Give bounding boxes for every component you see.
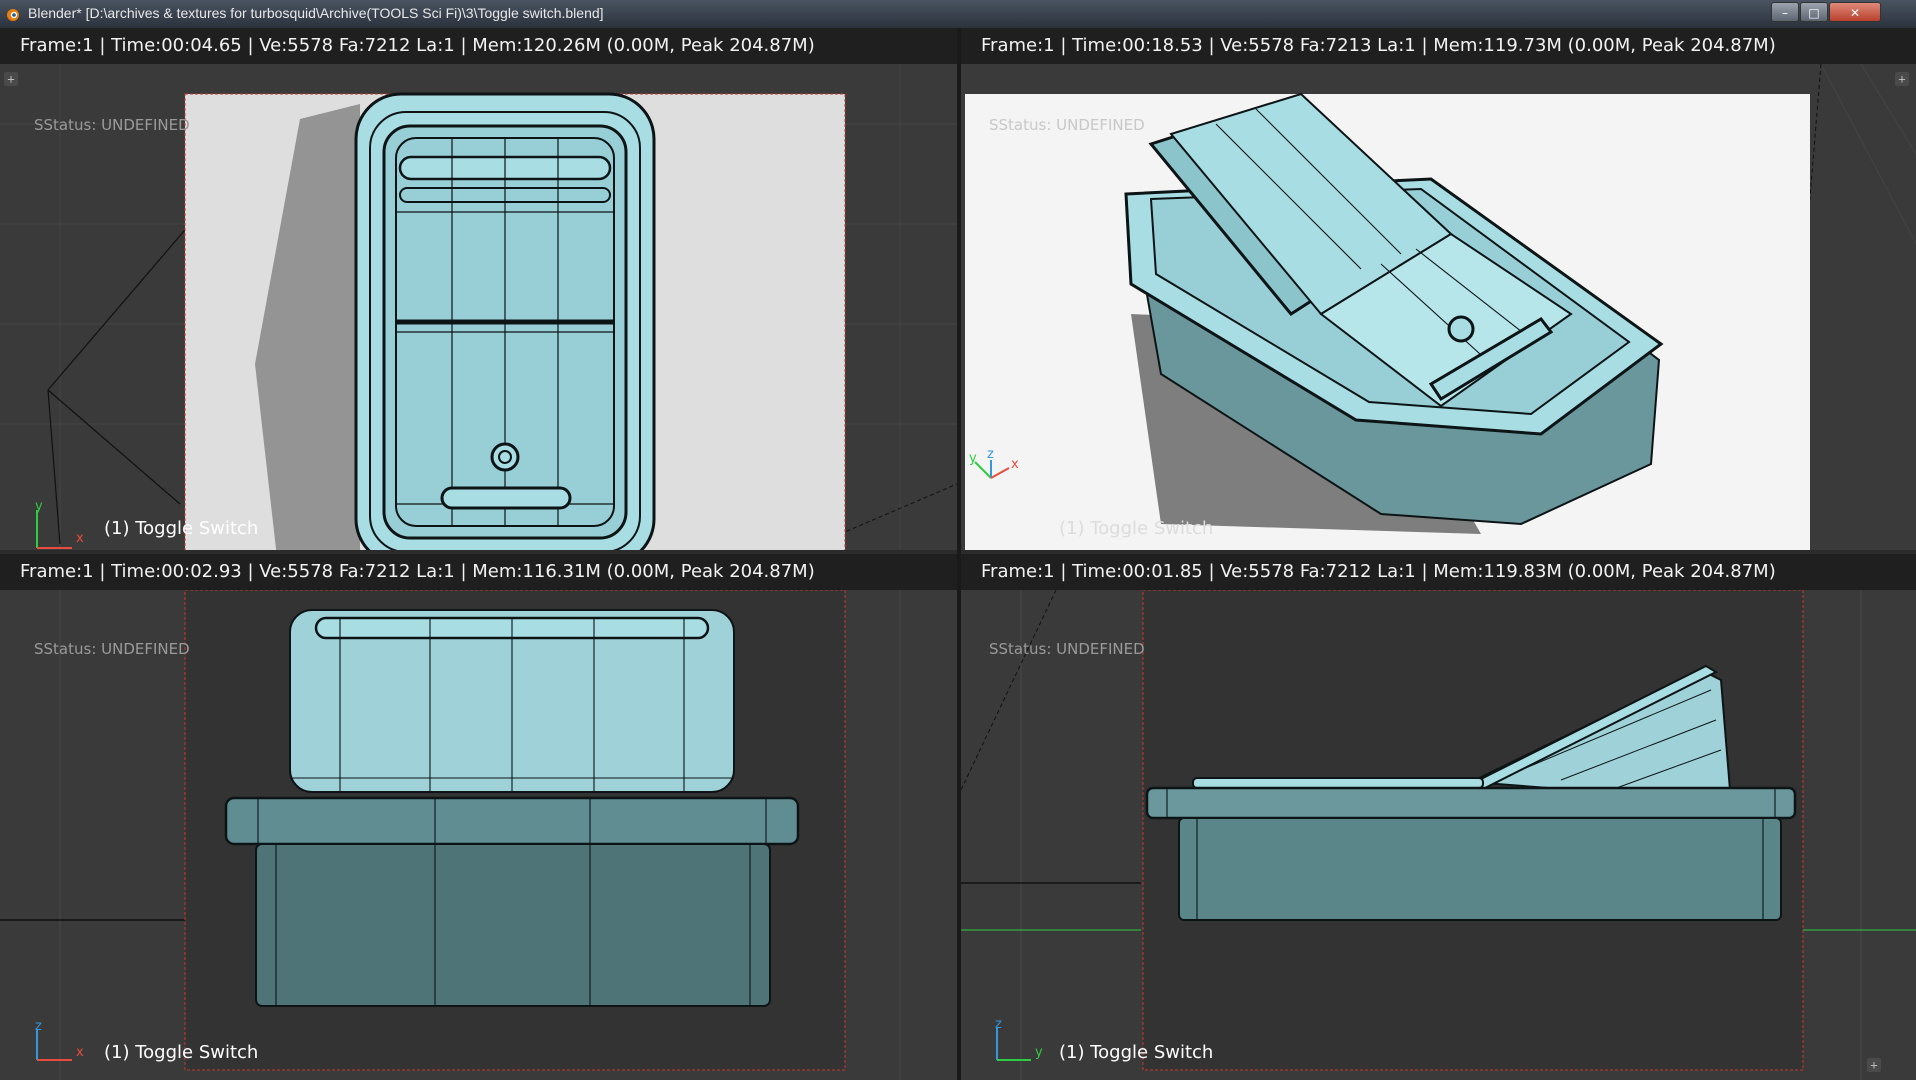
blender-logo-icon xyxy=(7,9,19,21)
window-titlebar: Blender* [D:\archives & textures for tur… xyxy=(0,0,1916,28)
object-label: (1) Toggle Switch xyxy=(1059,518,1214,539)
viewport-info-bar: Frame:1 | Time:00:01.85 | Ve:5578 Fa:721… xyxy=(961,554,1916,590)
axis-label-z: z xyxy=(35,1019,42,1034)
window-title: Blender* [D:\archives & textures for tur… xyxy=(28,5,604,21)
viewport-scene: z y xyxy=(961,590,1916,1080)
object-label: (1) Toggle Switch xyxy=(104,1042,259,1063)
viewport-scene: y z x xyxy=(965,64,1916,550)
viewport-scene: z x xyxy=(0,590,901,1080)
minimize-button[interactable]: – xyxy=(1771,2,1799,22)
viewport-bottom-left[interactable]: Frame:1 | Time:00:02.93 | Ve:5578 Fa:721… xyxy=(0,554,957,1080)
viewport-info-bar: Frame:1 | Time:00:02.93 | Ve:5578 Fa:721… xyxy=(0,554,957,590)
object-label: (1) Toggle Switch xyxy=(1059,1042,1214,1063)
axis-label-y: y xyxy=(1035,1045,1043,1060)
axis-gizmo xyxy=(36,510,72,549)
maximize-button[interactable]: □ xyxy=(1800,2,1828,22)
viewport-info-bar: Frame:1 | Time:00:18.53 | Ve:5578 Fa:721… xyxy=(961,28,1916,64)
plus-icon[interactable]: + xyxy=(1867,1058,1881,1072)
plus-icon[interactable]: + xyxy=(1895,72,1909,86)
viewport-bottom-right[interactable]: Frame:1 | Time:00:01.85 | Ve:5578 Fa:721… xyxy=(961,554,1916,1080)
viewport-top-right[interactable]: Frame:1 | Time:00:18.53 | Ve:5578 Fa:721… xyxy=(961,28,1916,550)
axis-gizmo xyxy=(996,1028,1031,1061)
viewport-scene: y x xyxy=(0,64,957,550)
status-text: SStatus: UNDEFINED xyxy=(989,640,1145,658)
axis-label-z: z xyxy=(987,447,994,462)
axis-label-y: y xyxy=(969,451,977,466)
axis-label-x: x xyxy=(1011,457,1019,472)
axis-label-x: x xyxy=(76,531,84,546)
status-text: SStatus: UNDEFINED xyxy=(989,116,1145,134)
object-label: (1) Toggle Switch xyxy=(104,518,259,539)
toggle-switch-model xyxy=(224,609,800,1007)
plus-icon[interactable]: + xyxy=(4,72,18,86)
toggle-switch-model xyxy=(354,92,656,550)
axis-label-z: z xyxy=(995,1017,1002,1032)
viewport-top-left[interactable]: Frame:1 | Time:00:04.65 | Ve:5578 Fa:721… xyxy=(0,28,957,550)
axis-label-x: x xyxy=(76,1045,84,1060)
status-text: SStatus: UNDEFINED xyxy=(34,640,190,658)
axis-gizmo xyxy=(36,1030,72,1061)
viewport-info-bar: Frame:1 | Time:00:04.65 | Ve:5578 Fa:721… xyxy=(0,28,957,64)
close-button[interactable]: ✕ xyxy=(1829,2,1881,22)
status-text: SStatus: UNDEFINED xyxy=(34,116,190,134)
axis-label-y: y xyxy=(35,499,43,514)
